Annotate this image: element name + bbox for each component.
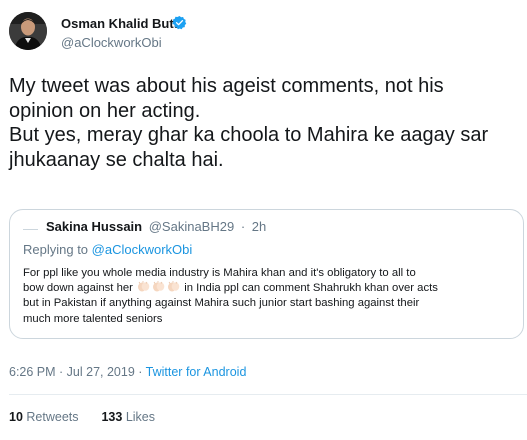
divider [9, 394, 527, 395]
clapping-hands-icon [153, 281, 165, 292]
retweets-stat[interactable]: 10 Retweets [9, 410, 79, 424]
thread-line [23, 229, 38, 230]
tweet-line: But yes, meray ghar ka choola to Mahira … [9, 124, 489, 146]
avatar[interactable] [9, 12, 47, 50]
clapping-hands-icon [168, 281, 180, 292]
replying-to-link[interactable]: @aClockworkObi [92, 242, 193, 257]
timestamp[interactable]: 6:26 PM · Jul 27, 2019 · [9, 365, 142, 379]
author-handle[interactable]: @aClockworkObi [61, 35, 162, 50]
quoted-line: For ppl like you whole media industry is… [23, 267, 416, 279]
tweet-line: My tweet was about his ageist comments, … [9, 75, 444, 97]
verified-badge-icon [172, 15, 187, 30]
retweets-count: 10 [9, 410, 23, 424]
replying-to-label: Replying to [23, 242, 89, 257]
quoted-line: but in Pakistan if anything against Mahi… [23, 297, 420, 310]
quoted-text-segment: in India ppl can comment Shahrukh khan o… [184, 282, 438, 295]
source-link[interactable]: Twitter for Android [146, 365, 247, 379]
replying-to: Replying to @aClockworkObi [23, 242, 192, 257]
tweet-meta: 6:26 PM · Jul 27, 2019 · Twitter for And… [9, 365, 246, 379]
likes-stat[interactable]: 133 Likes [101, 410, 155, 424]
quoted-tweet[interactable]: Sakina Hussain @SakinaBH29 · 2h Replying… [9, 209, 524, 339]
likes-label: Likes [125, 410, 155, 424]
quoted-line: much more talented seniors [23, 312, 163, 325]
quoted-author-handle[interactable]: @SakinaBH29 [149, 219, 234, 234]
likes-count: 133 [101, 410, 123, 424]
quoted-text-segment: bow down against her [23, 282, 133, 295]
quoted-tweet-header: Sakina Hussain @SakinaBH29 · 2h [46, 219, 266, 234]
author-name[interactable]: Osman Khalid Butt [61, 16, 178, 31]
tweet-text: My tweet was about his ageist comments, … [9, 74, 519, 172]
separator: · [240, 219, 246, 234]
quoted-author-name[interactable]: Sakina Hussain [46, 219, 142, 234]
tweet-stats: 10 Retweets 133 Likes [9, 410, 155, 424]
tweet: Osman Khalid Butt @aClockworkObi My twee… [0, 0, 527, 440]
tweet-line: jhukaanay se chalta hai. [9, 148, 224, 171]
quoted-tweet-text: For ppl like you whole media industry is… [23, 266, 518, 327]
tweet-line: opinion on her acting. [9, 99, 201, 122]
clapping-hands-icon [138, 281, 150, 292]
quoted-timestamp[interactable]: 2h [252, 219, 266, 234]
retweets-label: Retweets [26, 410, 79, 424]
quoted-line: bow down against her in India ppl can co… [23, 281, 518, 296]
